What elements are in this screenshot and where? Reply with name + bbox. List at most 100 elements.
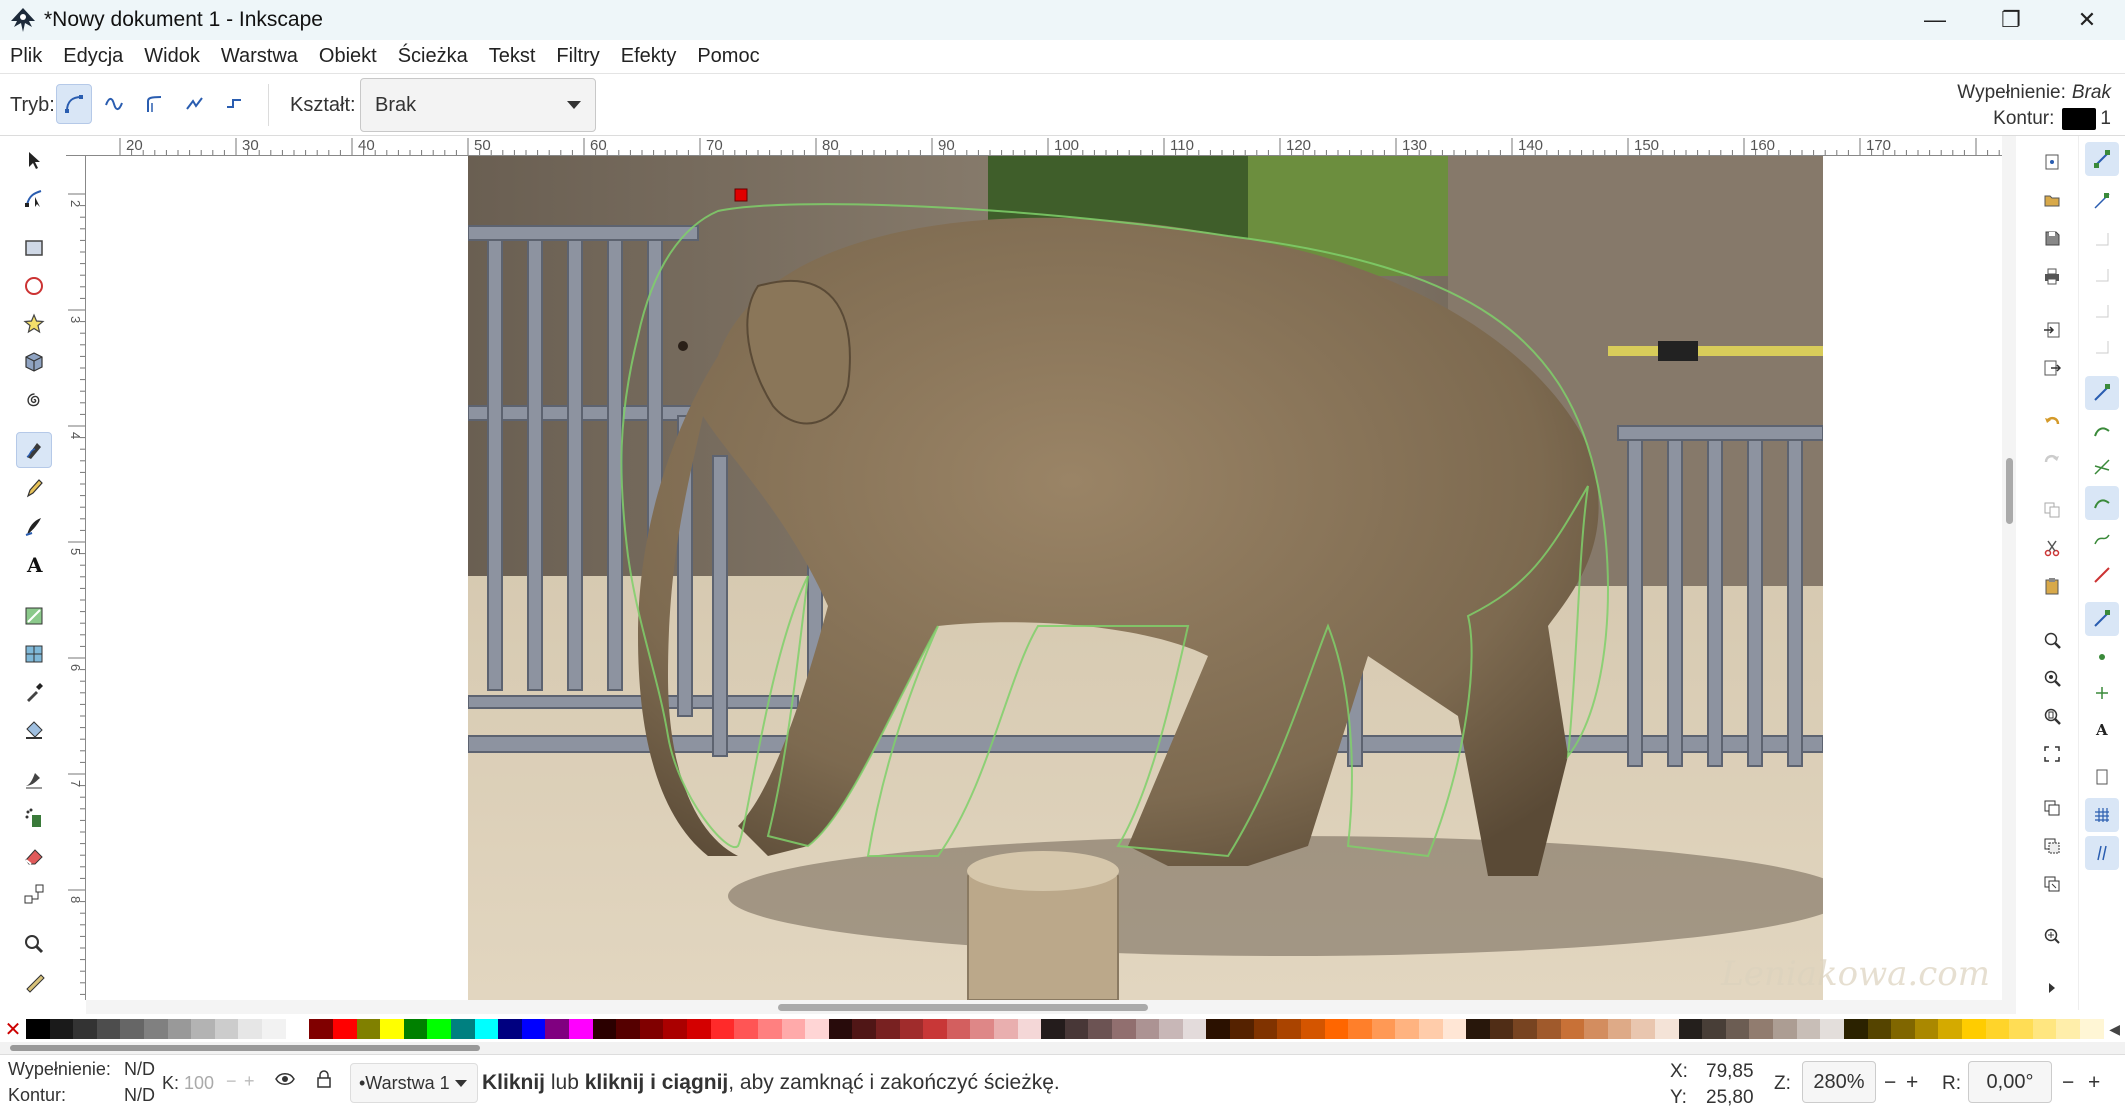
palette-swatch[interactable] — [616, 1019, 640, 1039]
paste-button[interactable] — [2038, 572, 2066, 600]
snap-intersections-button[interactable] — [2085, 450, 2119, 484]
opacity-minus[interactable]: − — [226, 1071, 237, 1092]
menu-warstwa[interactable]: Warstwa — [219, 43, 300, 70]
palette-swatch[interactable] — [1300, 1019, 1325, 1039]
eraser-tool[interactable] — [16, 838, 52, 874]
palette-swatch[interactable] — [450, 1019, 475, 1039]
horizontal-scroll-thumb[interactable] — [778, 1004, 1148, 1011]
snap-bbox-corner-button[interactable] — [2085, 258, 2119, 292]
menu-tekst[interactable]: Tekst — [487, 43, 538, 70]
zoom-tool[interactable] — [16, 926, 52, 962]
palette-swatch[interactable] — [1324, 1019, 1349, 1039]
menu-plik[interactable]: Plik — [8, 43, 44, 70]
snap-cusp-button[interactable] — [2085, 486, 2119, 520]
drawing-canvas[interactable]: Leniakowa.com — [86, 156, 2002, 1000]
menu-sciezka[interactable]: Ścieżka — [396, 43, 470, 70]
palette-swatch[interactable] — [427, 1019, 451, 1039]
palette-swatch[interactable] — [1041, 1019, 1065, 1039]
palette-swatch[interactable] — [309, 1019, 333, 1039]
palette-swatch[interactable] — [73, 1019, 97, 1039]
palette-swatch[interactable] — [1135, 1019, 1160, 1039]
layer-visibility-button[interactable] — [274, 1069, 296, 1095]
rotate-cw-button[interactable]: + — [2088, 1071, 2100, 1095]
mesh-tool[interactable] — [16, 636, 52, 672]
selector-tool[interactable] — [16, 142, 52, 178]
palette-swatch[interactable] — [474, 1019, 499, 1039]
zoom-drawing-button[interactable] — [2038, 664, 2066, 692]
spray-tool[interactable] — [16, 800, 52, 836]
mode-bezier-button[interactable] — [56, 84, 92, 124]
layer-dropdown[interactable]: •Warstwa 1 — [350, 1063, 478, 1103]
snap-guides-button[interactable] — [2085, 836, 2119, 870]
palette-swatch[interactable] — [828, 1019, 853, 1039]
mode-zigzag-button[interactable] — [176, 84, 212, 124]
palette-swatch[interactable] — [96, 1019, 121, 1039]
palette-swatch[interactable] — [1371, 1019, 1396, 1039]
palette-swatch[interactable] — [1064, 1019, 1089, 1039]
snap-smooth-button[interactable] — [2085, 522, 2119, 556]
snap-page-border-button[interactable] — [2085, 760, 2119, 794]
menu-pomoc[interactable]: Pomoc — [695, 43, 761, 70]
palette-swatch[interactable] — [1961, 1019, 1986, 1039]
palette-swatch[interactable] — [262, 1019, 286, 1039]
palette-swatch[interactable] — [1820, 1019, 1844, 1039]
snap-paths-button[interactable] — [2085, 414, 2119, 448]
palette-swatch[interactable] — [521, 1019, 546, 1039]
close-button[interactable]: ✕ — [2049, 0, 2125, 40]
palette-swatch[interactable] — [545, 1019, 570, 1039]
palette-swatch[interactable] — [710, 1019, 735, 1039]
palette-swatch[interactable] — [781, 1019, 806, 1039]
menu-widok[interactable]: Widok — [142, 43, 202, 70]
palette-swatch[interactable] — [1017, 1019, 1042, 1039]
shape-dropdown[interactable]: Brak — [360, 78, 596, 132]
copy-button[interactable] — [2038, 496, 2066, 524]
palette-swatch[interactable] — [49, 1019, 74, 1039]
palette-swatch[interactable] — [1655, 1019, 1679, 1039]
maximize-button[interactable]: ❐ — [1973, 0, 2049, 40]
snap-object-center-button[interactable] — [2085, 640, 2119, 674]
palette-swatch[interactable] — [1537, 1019, 1561, 1039]
spiral-tool[interactable] — [16, 382, 52, 418]
snap-grids-button[interactable] — [2085, 798, 2119, 832]
palette-swatch[interactable] — [285, 1019, 310, 1039]
palette-swatch[interactable] — [214, 1019, 239, 1039]
palette-swatch[interactable] — [592, 1019, 617, 1039]
opacity-plus[interactable]: + — [244, 1071, 255, 1092]
text-tool[interactable]: A — [16, 546, 52, 582]
gradient-tool[interactable] — [16, 598, 52, 634]
unlink-clone-button[interactable] — [2038, 870, 2066, 898]
palette-swatch[interactable] — [1466, 1019, 1490, 1039]
vertical-scroll-thumb[interactable] — [2006, 458, 2013, 524]
palette-swatch[interactable] — [1773, 1019, 1797, 1039]
palette-swatch[interactable] — [1206, 1019, 1231, 1039]
palette-scroll-thumb[interactable] — [10, 1045, 480, 1051]
style-indicator[interactable]: Wypełnienie: Brak Kontur: 1 — [1911, 78, 2111, 134]
snap-others-button[interactable] — [2085, 602, 2119, 636]
palette-swatch[interactable] — [1891, 1019, 1915, 1039]
snap-bbox-button[interactable] — [2085, 184, 2119, 218]
horizontal-scrollbar[interactable] — [86, 1000, 2016, 1014]
rectangle-tool[interactable] — [16, 230, 52, 266]
node-tool[interactable] — [16, 180, 52, 216]
palette-swatch[interactable] — [946, 1019, 971, 1039]
palette-swatch[interactable] — [498, 1019, 522, 1039]
palette-swatch[interactable] — [1867, 1019, 1892, 1039]
stroke-color-swatch[interactable] — [2062, 108, 2097, 130]
ruler-horizontal[interactable]: 20 30 40 50 60 70 80 90 100 110 120 130 … — [66, 136, 2016, 156]
more-commands-button[interactable] — [2038, 974, 2066, 1002]
palette-swatch[interactable] — [923, 1019, 947, 1039]
snap-bbox-midpoint-button[interactable] — [2085, 294, 2119, 328]
palette-swatch[interactable] — [2080, 1019, 2104, 1039]
palette-swatch[interactable] — [167, 1019, 192, 1039]
palette-swatch[interactable] — [1277, 1019, 1301, 1039]
undo-button[interactable] — [2038, 408, 2066, 436]
palette-swatch[interactable] — [2032, 1019, 2057, 1039]
cut-button[interactable] — [2038, 534, 2066, 562]
palette-swatch[interactable] — [191, 1019, 215, 1039]
palette-swatch[interactable] — [403, 1019, 428, 1039]
palette-swatch[interactable] — [1513, 1019, 1537, 1039]
palette-swatch[interactable] — [805, 1019, 829, 1039]
palette-swatch[interactable] — [569, 1019, 593, 1039]
zoom-page-button[interactable] — [2038, 702, 2066, 730]
palette-swatch[interactable] — [1631, 1019, 1656, 1039]
